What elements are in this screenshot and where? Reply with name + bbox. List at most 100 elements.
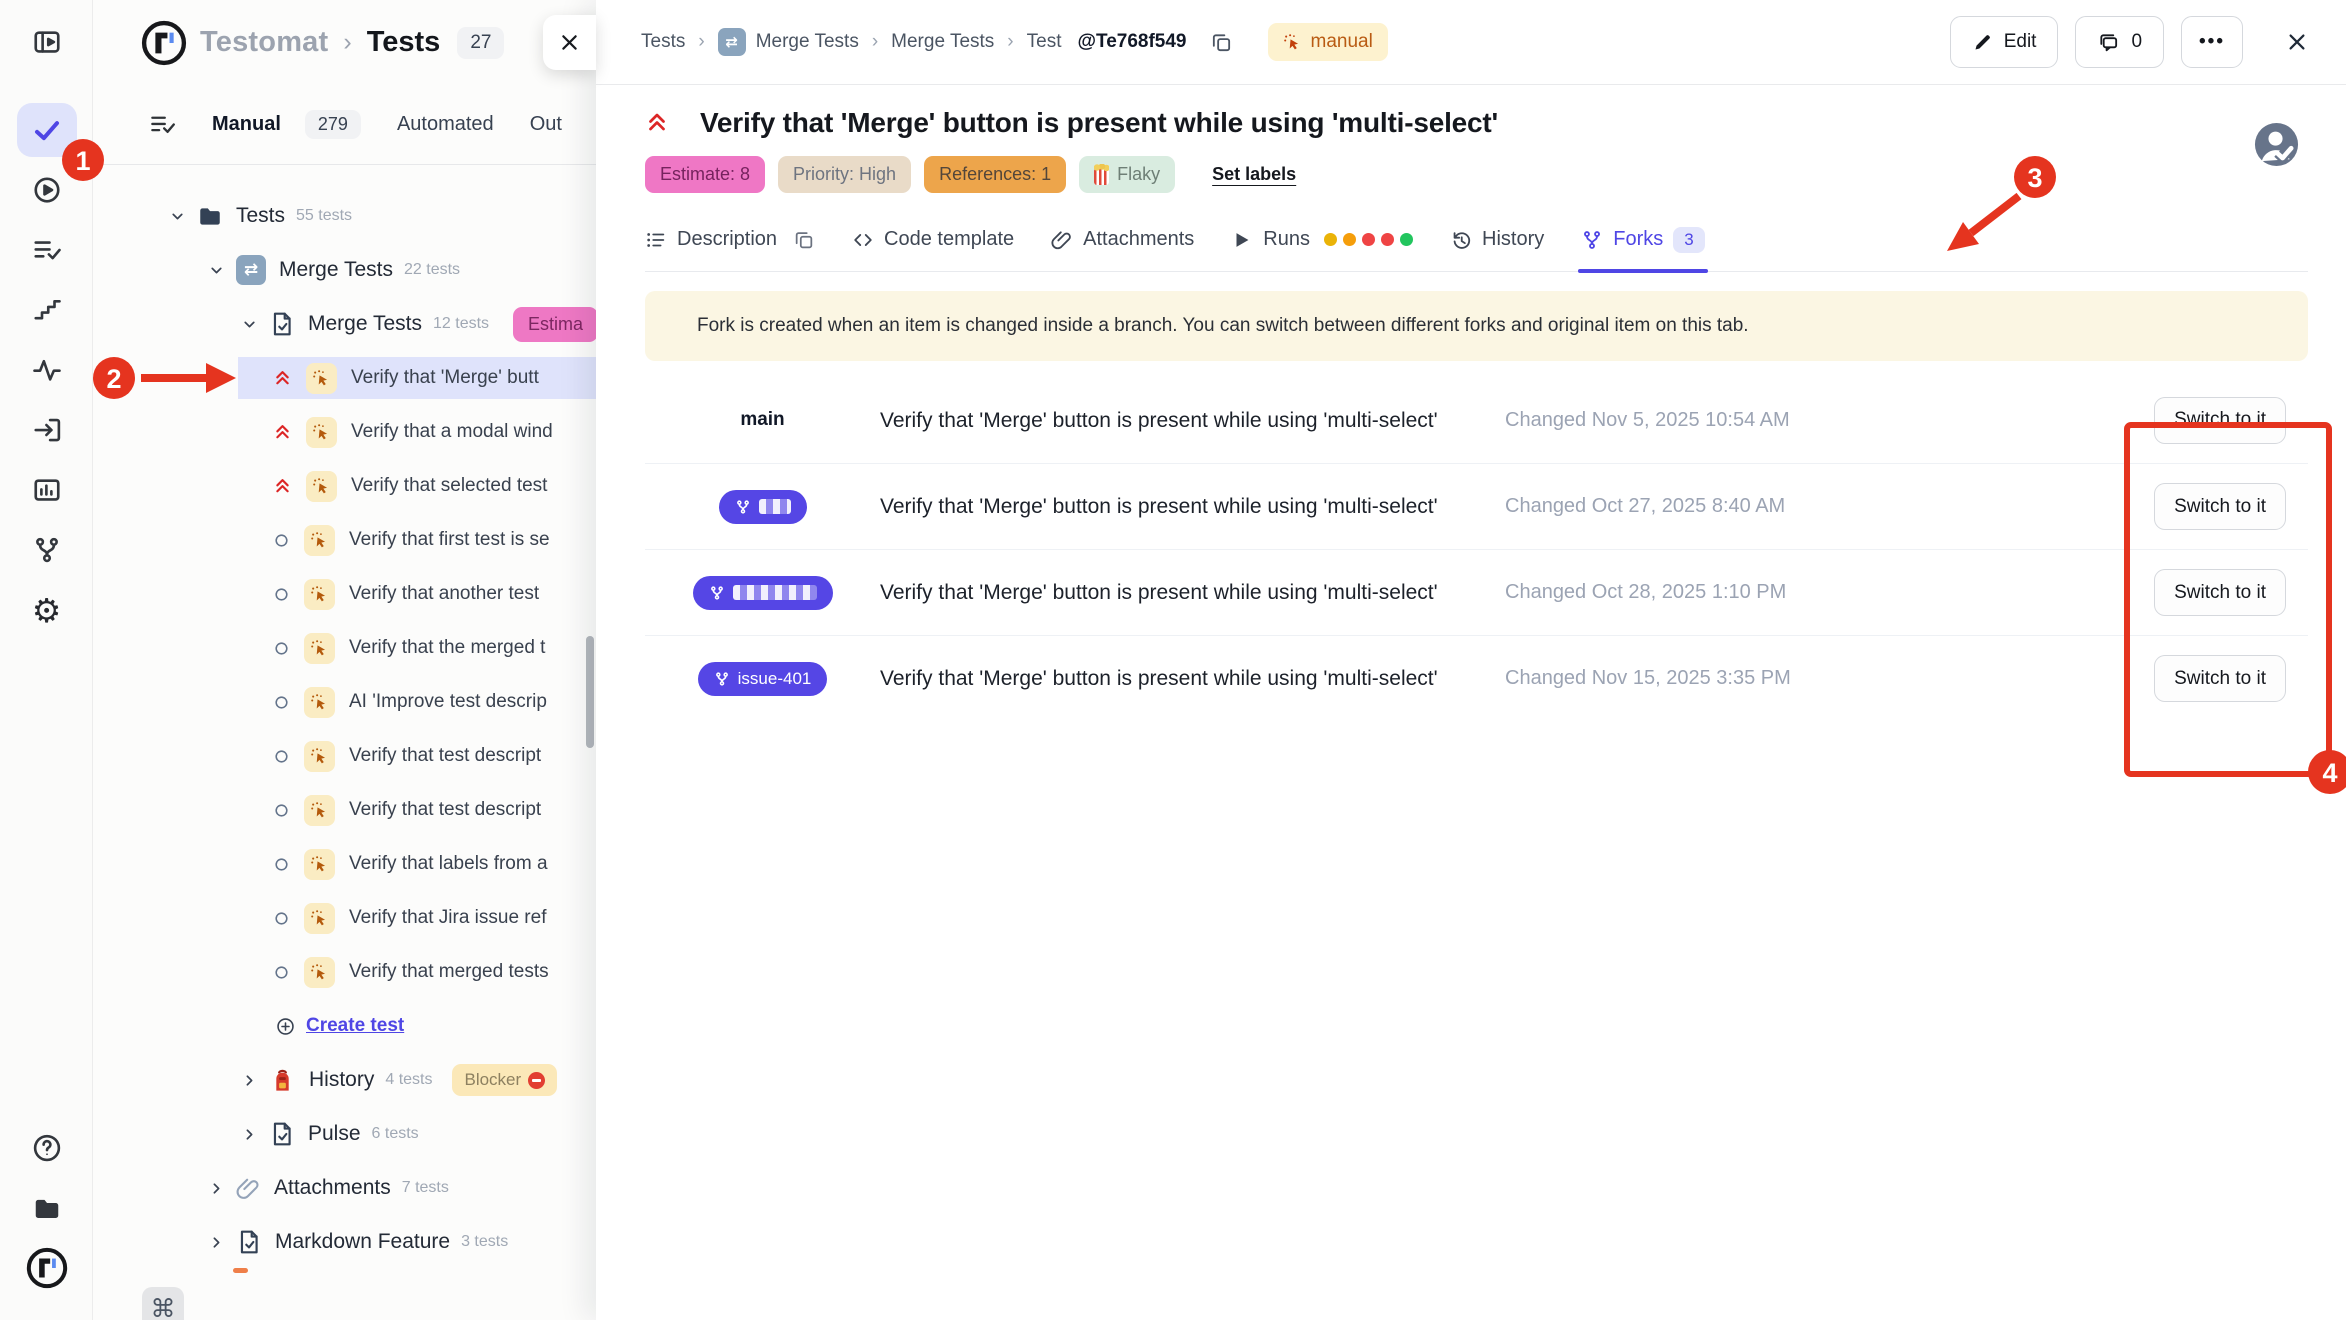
switch-to-it-button[interactable]: Switch to it [2154, 655, 2286, 702]
breadcrumb-item[interactable]: Tests [641, 31, 685, 53]
fork-icon [709, 585, 725, 601]
tree-test-item[interactable]: Verify that a modal wind [93, 405, 596, 459]
close-detail-button[interactable] [2286, 31, 2308, 53]
breadcrumb-item[interactable]: Merge Tests [891, 31, 994, 53]
rail-item-folder[interactable] [0, 1184, 93, 1232]
breadcrumb: Tests›⇄Merge Tests›Merge Tests›Test@Te76… [641, 23, 1388, 61]
tree-folder-tests[interactable]: Tests55 tests [93, 189, 596, 243]
tab-description[interactable]: Description [645, 208, 815, 272]
switch-to-it-button[interactable]: Switch to it [2154, 569, 2286, 616]
copy-icon[interactable] [793, 229, 815, 251]
rail-item-play-circle[interactable] [0, 163, 93, 217]
tab-forks[interactable]: Forks3 [1581, 208, 1704, 272]
tree-folder-attachments[interactable]: Attachments7 tests [93, 1161, 596, 1215]
manual-test-icon [304, 525, 335, 556]
chevron-right-icon[interactable] [241, 1072, 258, 1089]
sidebar-tab-out[interactable]: Out [530, 113, 562, 136]
merge-folder-icon: ⇄ [718, 28, 746, 56]
chevron-right-icon[interactable] [208, 1234, 225, 1251]
fork-branch-cell [645, 490, 880, 524]
tree-test-item[interactable]: Verify that merged tests [93, 945, 596, 999]
tree-test-item[interactable]: Verify that Jira issue ref [93, 891, 596, 945]
list-check-icon [17, 223, 77, 277]
sidebar-tab-automated[interactable]: Automated [397, 113, 494, 136]
code-icon [852, 229, 874, 251]
tab-history[interactable]: History [1450, 208, 1544, 272]
breadcrumb-item[interactable]: Test@Te768f549 [1027, 31, 1187, 53]
paperclip-icon [236, 1176, 261, 1201]
more-actions-button[interactable]: ••• [2181, 16, 2243, 68]
chevron-right-icon[interactable] [208, 1180, 225, 1197]
tree-folder-markdown-feature[interactable]: Markdown Feature3 tests [93, 1215, 596, 1269]
switch-to-it-button[interactable]: Switch to it [2154, 397, 2286, 444]
rail-item-bar-chart[interactable] [0, 463, 93, 517]
comments-button[interactable]: 0 [2075, 16, 2164, 68]
rail-item-activity[interactable] [0, 343, 93, 397]
forks-info-banner: Fork is created when an item is changed … [645, 291, 2308, 361]
assignee-avatar[interactable] [2253, 121, 2300, 168]
tab-runs[interactable]: Runs [1231, 208, 1413, 272]
rail-item-branch[interactable] [0, 523, 93, 577]
priority-high-icon [273, 423, 292, 442]
tree-test-item[interactable]: Verify that test descript [93, 783, 596, 837]
tab-attachments[interactable]: Attachments [1051, 208, 1194, 272]
rail-item-gear[interactable]: ⚙ [0, 583, 93, 637]
detail-body: Verify that 'Merge' button is present wh… [596, 107, 2346, 721]
tree-test-item[interactable]: Verify that test descript [93, 729, 596, 783]
chevron-right-icon[interactable] [241, 1126, 258, 1143]
tree-folder-merge-tests[interactable]: Merge Tests12 testsEstima [93, 297, 596, 351]
tree-test-item[interactable]: Verify that the merged t [93, 621, 596, 675]
set-labels-link[interactable]: Set labels [1212, 164, 1296, 185]
testomat-logo-icon[interactable] [141, 20, 187, 66]
create-test-label: Create test [306, 1015, 404, 1037]
rail-item-help[interactable] [0, 1124, 93, 1172]
sidebar-tab-manual[interactable]: Manual279 [212, 110, 361, 139]
title-row: Verify that 'Merge' button is present wh… [645, 107, 2308, 139]
detail-actions: Edit 0 ••• [1950, 16, 2308, 68]
tree-scrollbar[interactable] [586, 636, 594, 748]
close-sidebar-button[interactable] [543, 15, 596, 70]
tab-code-template[interactable]: Code template [852, 208, 1014, 272]
command-shortcut-button[interactable]: ⌘ [142, 1287, 184, 1320]
folder-label: Attachments [274, 1176, 391, 1200]
fork-icon [714, 671, 730, 687]
rail-item-steps[interactable] [0, 283, 93, 337]
chevron-down-icon[interactable] [208, 262, 225, 279]
tree-folder-history[interactable]: History4 testsBlocker [93, 1053, 596, 1107]
chevron-down-icon[interactable] [169, 208, 186, 225]
folder-count: 55 tests [296, 207, 352, 225]
tree-folder-merge-tests[interactable]: ⇄Merge Tests22 tests [93, 243, 596, 297]
label-chip-estimate-8: Estimate: 8 [645, 156, 765, 193]
breadcrumb-label: Tests [641, 31, 685, 53]
copy-id-icon[interactable] [1210, 31, 1233, 54]
rail-item-sign-in[interactable] [0, 403, 93, 457]
switch-to-it-button[interactable]: Switch to it [2154, 483, 2286, 530]
tree-folder-pulse[interactable]: Pulse6 tests [93, 1107, 596, 1161]
tree-test-item[interactable]: Verify that selected test [93, 459, 596, 513]
tree-test-item[interactable]: Verify that labels from a [93, 837, 596, 891]
create-test-link[interactable]: Create test [93, 999, 596, 1053]
tab-label: Description [677, 228, 777, 251]
rail-item-list-check[interactable] [0, 223, 93, 277]
tree-test-item[interactable]: Verify that 'Merge' butt [93, 351, 596, 405]
fork-branch-cell: issue-401 [645, 662, 880, 696]
rail-item-logo[interactable] [0, 1244, 93, 1292]
test-label: Verify that a modal wind [351, 421, 553, 443]
test-label: Verify that 'Merge' butt [351, 367, 539, 389]
tree-test-item[interactable]: AI 'Improve test descrip [93, 675, 596, 729]
chevron-down-icon[interactable] [241, 316, 258, 333]
rail-item-check[interactable] [0, 103, 93, 157]
breadcrumb-label: Merge Tests [891, 31, 994, 53]
branch-icon [17, 523, 77, 577]
rail-item-panel-toggle[interactable] [0, 15, 93, 69]
priority-high-icon [645, 111, 669, 135]
breadcrumb-item[interactable]: ⇄Merge Tests [718, 28, 859, 56]
tab-label: History [1482, 228, 1544, 251]
tree-test-item[interactable]: Verify that another test [93, 567, 596, 621]
tree-test-item[interactable]: Verify that first test is se [93, 513, 596, 567]
merge-app-icon: ⇄ [236, 255, 266, 285]
comments-icon [2097, 31, 2120, 54]
priority-normal-icon [273, 964, 290, 981]
edit-button[interactable]: Edit [1950, 16, 2059, 68]
test-detail-panel: Tests›⇄Merge Tests›Merge Tests›Test@Te76… [596, 0, 2346, 1320]
